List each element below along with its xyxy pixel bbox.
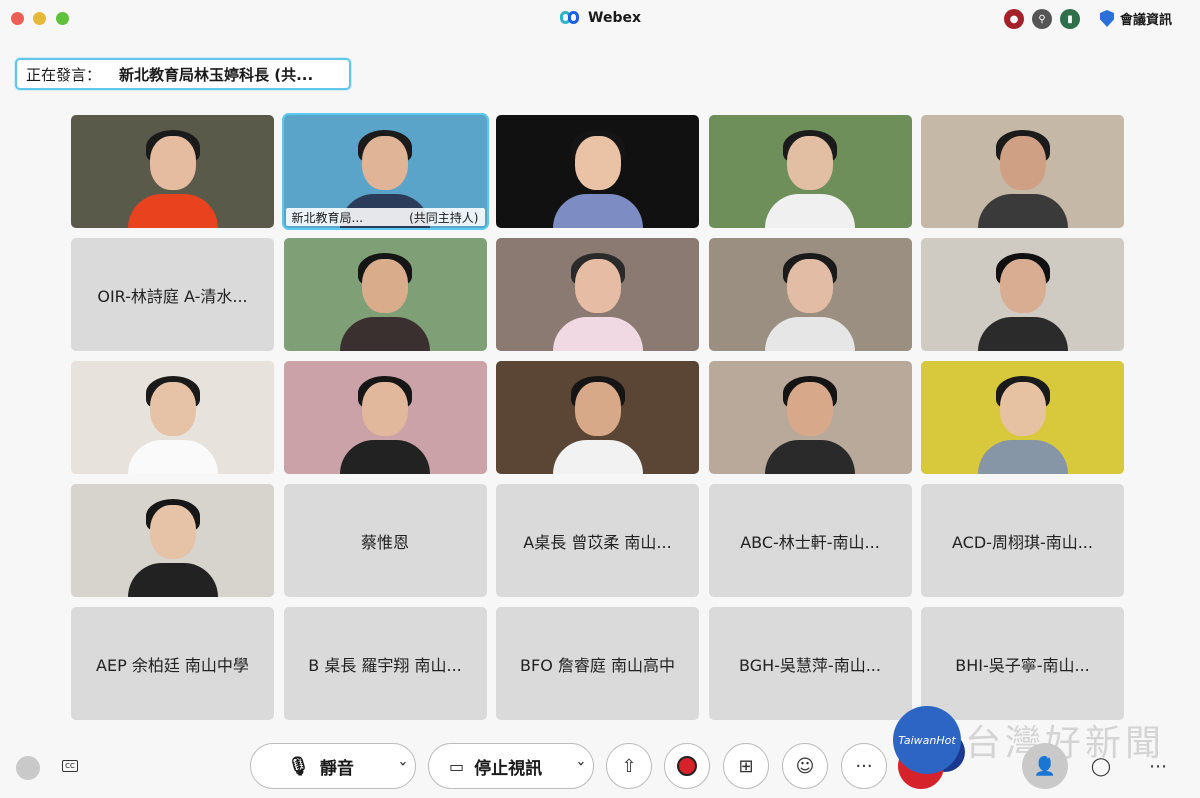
participant-tile[interactable]: [708, 238, 912, 351]
share-button[interactable]: ⇧: [606, 743, 652, 789]
active-speaker-name: 新北教育局林玉婷科長 (共...: [119, 65, 314, 84]
participant-video: [340, 374, 430, 474]
app-title-text: Webex: [588, 10, 641, 26]
reactions-button[interactable]: ☺: [782, 743, 828, 789]
participant-grid: 新北教育局... (共同主持人) OIR-林詩庭 A-清水... 蔡惟恩 A桌長 曾苡柔…: [71, 113, 1125, 721]
participant-caption: 新北教育局... (共同主持人): [285, 208, 485, 226]
active-speaker-banner: 正在發言： 新北教育局林玉婷科長 (共...: [15, 58, 351, 90]
webex-logo-icon: [560, 11, 580, 25]
watermark: TaiwanHot 台灣好新聞: [893, 706, 1165, 774]
mute-button[interactable]: 🎙 靜音 ›: [250, 743, 416, 789]
participant-tile[interactable]: OIR-林詩庭 A-清水...: [71, 238, 274, 351]
participant-video: [977, 128, 1068, 228]
participant-name: AEP 余柏廷 南山中學: [96, 655, 249, 675]
participant-tile[interactable]: [708, 115, 912, 228]
watermark-text: 台灣好新聞: [965, 723, 1166, 764]
recording-icon[interactable]: ●: [1004, 9, 1024, 29]
camera-icon: ▭: [449, 756, 465, 776]
grid-icon: ⊞: [738, 755, 754, 777]
participant-name: BGH-吳慧萍-南山...: [739, 655, 881, 675]
participant-tile[interactable]: B 桌長 羅宇翔 南山...: [283, 607, 487, 720]
shield-icon: [1100, 10, 1114, 27]
title-bar: Webex ● ⚲ ▮ 會議資訊: [0, 0, 1200, 40]
status-icons: ● ⚲ ▮: [1004, 9, 1080, 29]
participant-tile[interactable]: [71, 484, 274, 597]
participant-tile[interactable]: BHI-吳子寧-南山...: [921, 607, 1124, 720]
app-title: Webex: [560, 10, 641, 26]
participant-video: [552, 128, 643, 228]
participant-tile[interactable]: A桌長 曾苡柔 南山...: [496, 484, 699, 597]
mute-label: 靜音: [319, 758, 354, 779]
participant-video: [127, 374, 218, 474]
microphone-icon: 🎙: [287, 755, 310, 777]
share-icon: ⇧: [621, 755, 637, 777]
close-window-button[interactable]: [11, 12, 24, 25]
more-icon: ···: [855, 755, 873, 777]
stop-video-label: 停止視訊: [474, 758, 543, 779]
participant-video: [340, 251, 430, 351]
participant-video: [127, 497, 218, 597]
minimize-window-button[interactable]: [33, 12, 46, 25]
meeting-info-button[interactable]: 會議資訊: [1100, 9, 1172, 28]
assistant-icon[interactable]: [16, 756, 40, 780]
participant-video: [765, 374, 855, 474]
smiley-icon: ☺: [795, 755, 815, 777]
participant-tile[interactable]: [921, 361, 1124, 474]
link-icon[interactable]: ⚲: [1032, 9, 1052, 29]
participant-tile[interactable]: [283, 238, 487, 351]
participant-tile[interactable]: [71, 361, 274, 474]
participant-video: [552, 374, 643, 474]
active-speaker-label: 正在發言：: [26, 65, 102, 84]
participant-video: [765, 251, 855, 351]
participant-tile[interactable]: [283, 361, 487, 474]
participant-name: 蔡惟恩: [360, 532, 409, 552]
participant-tile[interactable]: [496, 238, 699, 351]
participant-tile[interactable]: [496, 115, 699, 228]
participant-name: B 桌長 羅宇翔 南山...: [308, 655, 462, 675]
watermark-logo: TaiwanHot: [893, 706, 965, 774]
participant-name: 新北教育局...: [291, 210, 363, 225]
network-stats-icon[interactable]: ▮: [1060, 9, 1080, 29]
participant-tile[interactable]: [496, 361, 699, 474]
chevron-down-icon[interactable]: ›: [573, 761, 588, 766]
meeting-info-label: 會議資訊: [1120, 13, 1173, 28]
participant-tile[interactable]: [71, 115, 274, 228]
record-icon: [677, 756, 697, 776]
participant-name: A桌長 曾苡柔 南山...: [523, 532, 672, 552]
participant-tile[interactable]: BFO 詹睿庭 南山高中: [496, 607, 699, 720]
participant-name: ACD-周栩琪-南山...: [952, 532, 1093, 552]
participant-tile[interactable]: [708, 361, 912, 474]
participant-tile[interactable]: BGH-吳慧萍-南山...: [708, 607, 912, 720]
participant-tile[interactable]: 蔡惟恩: [283, 484, 487, 597]
chevron-down-icon[interactable]: ›: [395, 761, 410, 766]
participant-video: [127, 128, 218, 228]
participant-tile[interactable]: 新北教育局... (共同主持人): [281, 113, 489, 230]
participant-name: ABC-林士軒-南山...: [740, 532, 880, 552]
participant-name: OIR-林詩庭 A-清水...: [97, 286, 248, 306]
participant-name: BFO 詹睿庭 南山高中: [520, 655, 675, 675]
more-options-button[interactable]: ···: [841, 743, 887, 789]
participant-video: [977, 251, 1068, 351]
stop-video-button[interactable]: ▭ 停止視訊 ›: [428, 743, 594, 789]
layout-button[interactable]: ⊞: [723, 743, 769, 789]
participant-video: [552, 251, 643, 351]
participant-video: [765, 128, 855, 228]
closed-caption-button[interactable]: CC: [62, 760, 78, 772]
participant-name: BHI-吳子寧-南山...: [955, 655, 1090, 675]
maximize-window-button[interactable]: [56, 12, 69, 25]
participant-tile[interactable]: [921, 238, 1124, 351]
record-button[interactable]: [664, 743, 710, 789]
participant-tile[interactable]: ABC-林士軒-南山...: [708, 484, 912, 597]
participant-role: (共同主持人): [409, 210, 479, 225]
participant-tile[interactable]: AEP 余柏廷 南山中學: [71, 607, 274, 720]
participant-video: [977, 374, 1068, 474]
participant-tile[interactable]: [921, 115, 1124, 228]
participant-tile[interactable]: ACD-周栩琪-南山...: [921, 484, 1124, 597]
